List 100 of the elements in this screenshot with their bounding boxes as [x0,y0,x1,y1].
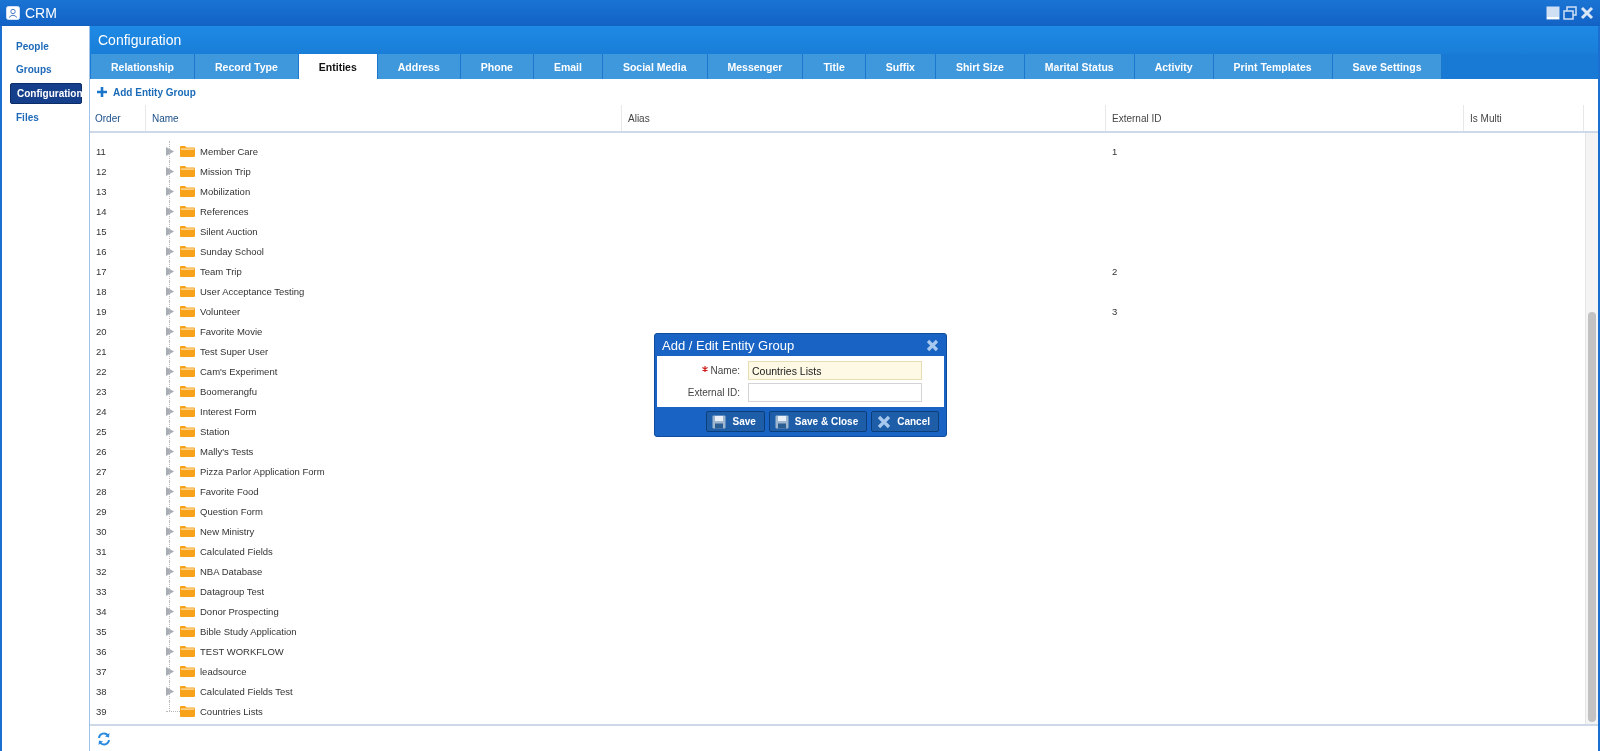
name-cell: Boomerangfu [200,385,258,397]
name-cell: New Ministry [200,525,255,537]
expand-arrow-icon[interactable] [166,686,174,696]
expand-arrow-icon[interactable] [166,646,174,656]
name-cell: Countries Lists [200,705,263,717]
text-field[interactable] [748,383,922,402]
expand-arrow-icon[interactable] [166,306,174,316]
window-title: CRM [25,5,57,21]
expand-arrow-icon[interactable] [166,446,174,456]
tab[interactable]: Email [533,54,603,79]
add-entity-group-button[interactable]: Add Entity Group [97,86,196,98]
order-cell-text: 27 [95,465,108,477]
expand-arrow-icon[interactable] [166,266,174,276]
tab[interactable]: Relationship [91,54,195,79]
column-header[interactable]: Is Multi [1464,105,1584,131]
order-cell-text: 22 [95,365,108,377]
column-header[interactable]: External ID [1106,105,1464,131]
tab[interactable]: Social Media [602,54,708,79]
name-cell: References [200,205,249,217]
expand-arrow-icon[interactable] [166,606,174,616]
expand-arrow-icon[interactable] [166,526,174,536]
restore-icon[interactable] [1563,6,1577,20]
order-cell-text: 16 [95,245,108,257]
column-header[interactable]: Name [146,105,622,131]
tab[interactable]: Record Type [195,54,299,79]
expand-arrow-icon[interactable] [166,366,174,376]
tab[interactable]: Marital Status [1024,54,1135,79]
field-label: Name: [657,365,740,376]
expand-arrow-icon[interactable] [166,566,174,576]
folder-icon [180,465,195,477]
folder-icon [180,325,195,337]
save-button[interactable]: Save [706,411,765,432]
folder-icon [180,445,195,457]
name-cell: Calculated Fields Test [200,685,293,697]
expand-arrow-icon[interactable] [166,626,174,636]
tab[interactable]: Title [803,54,866,79]
external-id-cell-text: 2 [1111,265,1119,277]
order-cell-text: 35 [95,625,108,637]
tab[interactable]: Shirt Size [935,54,1025,79]
expand-arrow-icon[interactable] [166,146,174,156]
tab[interactable]: Save Settings [1332,54,1443,79]
order-cell-text: 15 [95,225,108,237]
minimize-icon[interactable] [1546,6,1560,20]
close-icon[interactable] [926,339,939,352]
order-cell-text: 34 [95,605,108,617]
cancel-button[interactable]: Cancel [871,411,939,432]
column-header[interactable]: Alias [622,105,1106,131]
expand-arrow-icon[interactable] [166,586,174,596]
tab[interactable]: Activity [1134,54,1214,79]
expand-arrow-icon[interactable] [166,346,174,356]
expand-arrow-icon[interactable] [166,226,174,236]
expand-arrow-icon[interactable] [166,486,174,496]
sidebar-item[interactable]: People [10,37,82,56]
folder-icon [180,485,195,497]
order-cell-text: 25 [95,425,108,437]
external-id-cell-text: 3 [1111,305,1119,317]
tab[interactable]: Suffix [865,54,936,79]
name-cell: User Acceptance Testing [200,285,305,297]
folder-icon [180,665,195,677]
expand-arrow-icon[interactable] [166,666,174,676]
field-label: External ID: [686,387,740,398]
expand-arrow-icon[interactable] [166,186,174,196]
order-cell-text: 33 [95,585,108,597]
folder-icon [180,165,195,177]
order-cell-text: 21 [95,345,108,357]
expand-arrow-icon[interactable] [166,206,174,216]
dialog-title: Add / Edit Entity Group [662,338,795,353]
order-cell-text: 18 [95,285,108,297]
tab[interactable]: Address [377,54,461,79]
folder-icon [180,505,195,517]
tab[interactable]: Print Templates [1213,54,1333,79]
expand-arrow-icon[interactable] [166,286,174,296]
expand-arrow-icon[interactable] [166,326,174,336]
expand-arrow-icon[interactable] [166,166,174,176]
expand-arrow-icon[interactable] [166,406,174,416]
refresh-icon[interactable] [97,731,111,746]
sidebar-item[interactable]: Groups [10,60,82,79]
name-cell: Favorite Food [200,485,259,497]
tab[interactable]: Phone [460,54,534,79]
folder-icon [180,565,195,577]
scrollbar[interactable] [1585,133,1598,724]
expand-arrow-icon[interactable] [166,246,174,256]
tab[interactable]: Messenger [707,54,804,79]
close-icon[interactable] [1580,6,1594,20]
expand-arrow-icon[interactable] [166,386,174,396]
save-button[interactable]: Save & Close [768,411,868,432]
expand-arrow-icon[interactable] [166,546,174,556]
sidebar-item[interactable]: Files [10,108,82,127]
order-cell-text: 38 [95,685,108,697]
expand-arrow-icon[interactable] [166,506,174,516]
folder-icon [180,525,195,537]
expand-arrow-icon[interactable] [166,426,174,436]
folder-icon [180,285,195,297]
expand-arrow-icon[interactable] [166,466,174,476]
scroll-thumb[interactable] [1588,312,1596,722]
tab[interactable]: Entities [298,54,378,79]
column-header[interactable]: Order [90,105,146,131]
text-field[interactable]: Countries Lists [748,361,922,380]
sidebar-item[interactable]: Configuration [10,83,82,104]
name-cell: Mobilization [200,185,251,197]
